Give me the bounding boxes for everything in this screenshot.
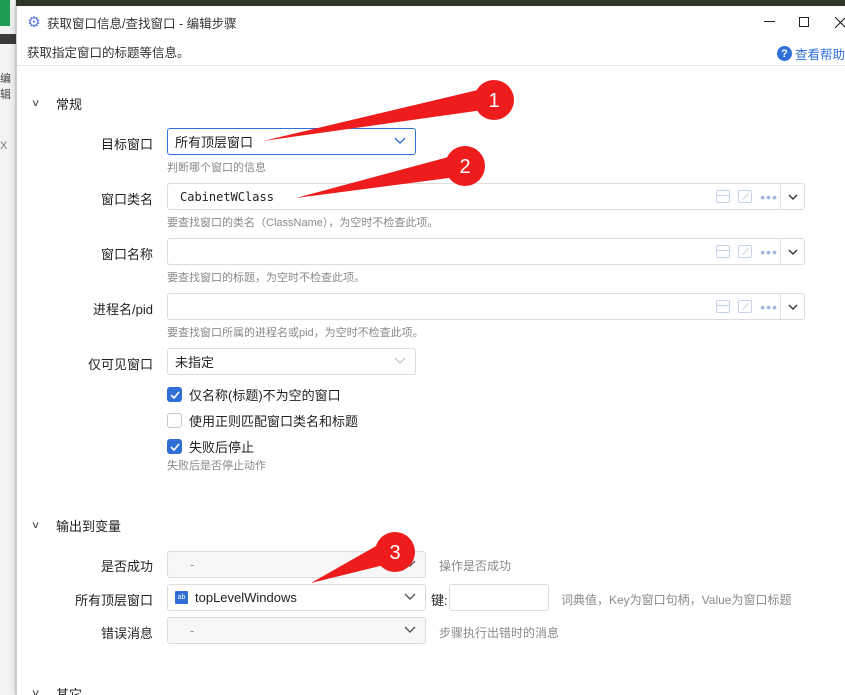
edit-step-dialog: ⚙ 获取窗口信息/查找窗口 - 编辑步骤 获取指定窗口的标题等信息。 ? 查看帮… [16,6,845,695]
all-windows-label: 所有顶层窗口 [74,593,153,608]
window-name-dropdown-button[interactable] [780,239,804,264]
section-output-header[interactable]: ∨ 输出到变量 [30,516,122,535]
chevron-down-icon [404,626,416,633]
section-other-title: 其它 [56,687,83,695]
window-name-hint: 要查找窗口的标题，为空时不检查此项。 [167,272,365,284]
chevron-down-icon [788,249,797,255]
question-icon: ? [776,46,792,61]
success-variable-select[interactable]: - [167,551,426,578]
chevron-down-icon [788,304,797,310]
checkbox-checked-icon[interactable] [167,439,182,454]
section-general-title: 常规 [56,97,83,112]
checkbox-label: 失败后停止 [189,440,255,455]
process-hint: 要查找窗口所属的进程名或pid，为空时不检查此项。 [167,327,424,339]
checkbox-checked-icon[interactable] [167,387,182,402]
checkbox-unchecked-icon[interactable] [167,413,182,428]
class-name-value: CabinetWClass [180,189,274,204]
error-label: 错误消息 [100,626,153,641]
section-general-header[interactable]: ∨ 常规 [30,94,83,113]
input-tools: ••• [716,245,778,259]
chevron-down-icon: ∨ [30,688,41,695]
close-button[interactable] [823,6,845,38]
window-name-input[interactable]: ••• [167,238,805,265]
chevron-down-icon: ∨ [30,520,41,531]
process-dropdown-button[interactable] [780,294,804,319]
key-input[interactable] [449,584,549,611]
visible-only-select[interactable]: 未指定 [167,348,416,375]
string-variable-icon: ab [175,591,188,604]
all-windows-hint: 词典值，Key为窗口句柄，Value为窗口标题 [561,593,792,607]
error-hint: 步骤执行出错时的消息 [439,626,560,640]
description-bar: 获取指定窗口的标题等信息。 ? 查看帮助 [17,38,845,66]
more-icon[interactable]: ••• [760,245,778,259]
background-divider [0,34,16,44]
chevron-down-icon [394,357,406,364]
input-tools: ••• [716,190,778,204]
chevron-down-icon: ∨ [30,98,41,109]
more-icon[interactable]: ••• [760,190,778,204]
stop-on-failure-hint: 失败后是否停止动作 [167,460,266,472]
checkbox-label: 仅名称(标题)不为空的窗口 [189,388,341,403]
section-output-title: 输出到变量 [56,519,122,534]
window-name-label: 窗口名称 [100,247,153,262]
edit-icon[interactable] [738,245,753,258]
class-name-label: 窗口类名 [100,192,153,207]
key-label: 键: [431,593,448,608]
process-input[interactable]: ••• [167,293,805,320]
maximize-button[interactable] [787,6,821,38]
class-name-dropdown-button[interactable] [780,184,804,209]
table-icon[interactable] [716,245,731,258]
error-variable-value: - [190,623,195,638]
edit-icon[interactable] [738,190,753,203]
background-text: 编辑 [0,73,11,101]
target-window-value: 所有顶层窗口 [175,135,254,150]
all-windows-variable-select[interactable]: ab topLevelWindows [167,584,426,611]
checkbox-regex-match[interactable]: 使用正则匹配窗口类名和标题 [167,411,358,430]
target-window-hint: 判断哪个窗口的信息 [167,162,266,174]
gear-icon: ⚙ [27,14,41,31]
checkbox-stop-on-failure[interactable]: 失败后停止 [167,437,254,456]
more-icon[interactable]: ••• [760,300,778,314]
chevron-down-icon [404,593,416,600]
help-label: 查看帮助 [794,48,845,62]
class-name-hint: 要查找窗口的类名（ClassName），为空时不检查此项。 [167,217,439,229]
background-window-edge: 编辑 X [0,0,16,695]
chevron-down-icon [394,137,406,144]
chevron-down-icon [788,194,797,200]
checkbox-label: 使用正则匹配窗口类名和标题 [189,414,359,429]
title-bar: ⚙ 获取窗口信息/查找窗口 - 编辑步骤 [17,6,845,38]
section-other-header[interactable]: ∨ 其它 [30,684,83,695]
all-windows-variable-value: topLevelWindows [195,590,297,605]
table-icon[interactable] [716,190,731,203]
minimize-button[interactable] [752,6,786,38]
checkbox-nonempty-title[interactable]: 仅名称(标题)不为空的窗口 [167,385,341,404]
help-link[interactable]: ? 查看帮助 [776,44,845,63]
process-label: 进程名/pid [93,302,153,317]
class-name-input[interactable]: CabinetWClass ••• [167,183,805,210]
table-icon[interactable] [716,300,731,313]
success-hint: 操作是否成功 [439,559,512,573]
background-app-icon [0,0,10,26]
target-window-label: 目标窗口 [100,137,153,152]
background-close-glyph: X [0,140,8,152]
visible-only-value: 未指定 [175,355,215,370]
success-label: 是否成功 [100,559,153,574]
chevron-down-icon [404,560,416,567]
window-title: 获取窗口信息/查找窗口 - 编辑步骤 [47,16,237,31]
input-tools: ••• [716,300,778,314]
success-variable-value: - [190,557,195,572]
step-description: 获取指定窗口的标题等信息。 [27,46,190,60]
edit-icon[interactable] [738,300,753,313]
error-variable-select[interactable]: - [167,617,426,644]
target-window-select[interactable]: 所有顶层窗口 [167,128,416,155]
visible-only-label: 仅可见窗口 [87,357,153,372]
